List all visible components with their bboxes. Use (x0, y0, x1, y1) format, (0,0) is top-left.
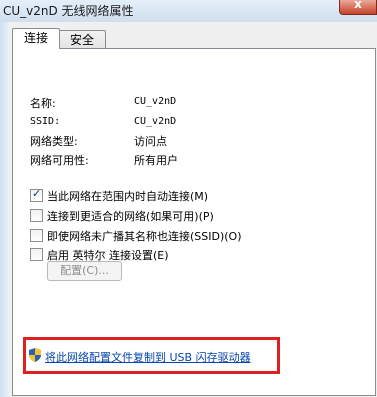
hidden-ssid-checkbox[interactable] (30, 229, 43, 242)
configure-button[interactable]: 配置(C)... (47, 261, 122, 281)
window-frame (0, 22, 8, 397)
close-icon: x (354, 0, 362, 11)
close-button[interactable]: x (339, 0, 377, 15)
name-label: 名称: (30, 97, 56, 110)
uac-shield-icon (29, 348, 41, 362)
prefer-network-label: 连接到更适合的网络(如果可用)(P) (47, 210, 214, 223)
tab-connection[interactable]: 连接 (12, 28, 60, 49)
title-bar: CU_v2nD 无线网络属性 x (0, 0, 377, 22)
network-availability-label: 网络可用性: (30, 154, 89, 167)
checkmark-icon: ✓ (32, 187, 42, 200)
name-value: CU_v2nD (134, 96, 177, 107)
intel-settings-checkbox[interactable] (30, 248, 43, 261)
ssid-label: SSID: (30, 116, 61, 127)
tab-panel-connection: 名称: CU_v2nD SSID: CU_v2nD 网络类型: 访问点 网络可用… (12, 48, 376, 396)
prefer-network-checkbox[interactable] (30, 209, 43, 222)
auto-connect-checkbox[interactable]: ✓ (30, 187, 43, 202)
ssid-value: CU_v2nD (134, 116, 177, 127)
network-availability-value: 所有用户 (134, 154, 178, 167)
copy-profile-usb-link[interactable]: 将此网络配置文件复制到 USB 闪存驱动器 (45, 349, 251, 365)
auto-connect-label: 当此网络在范围内时自动连接(M) (47, 190, 209, 203)
hidden-ssid-label: 即使网络未广播其名称也连接(SSID)(O) (47, 230, 242, 243)
tab-security[interactable]: 安全 (58, 30, 106, 49)
network-type-label: 网络类型: (30, 135, 78, 148)
dialog-client-area: 安全 连接 名称: CU_v2nD SSID: CU_v2nD 网络类型: 访问… (8, 22, 377, 397)
network-type-value: 访问点 (134, 135, 167, 148)
window-title: CU_v2nD 无线网络属性 (3, 4, 134, 18)
